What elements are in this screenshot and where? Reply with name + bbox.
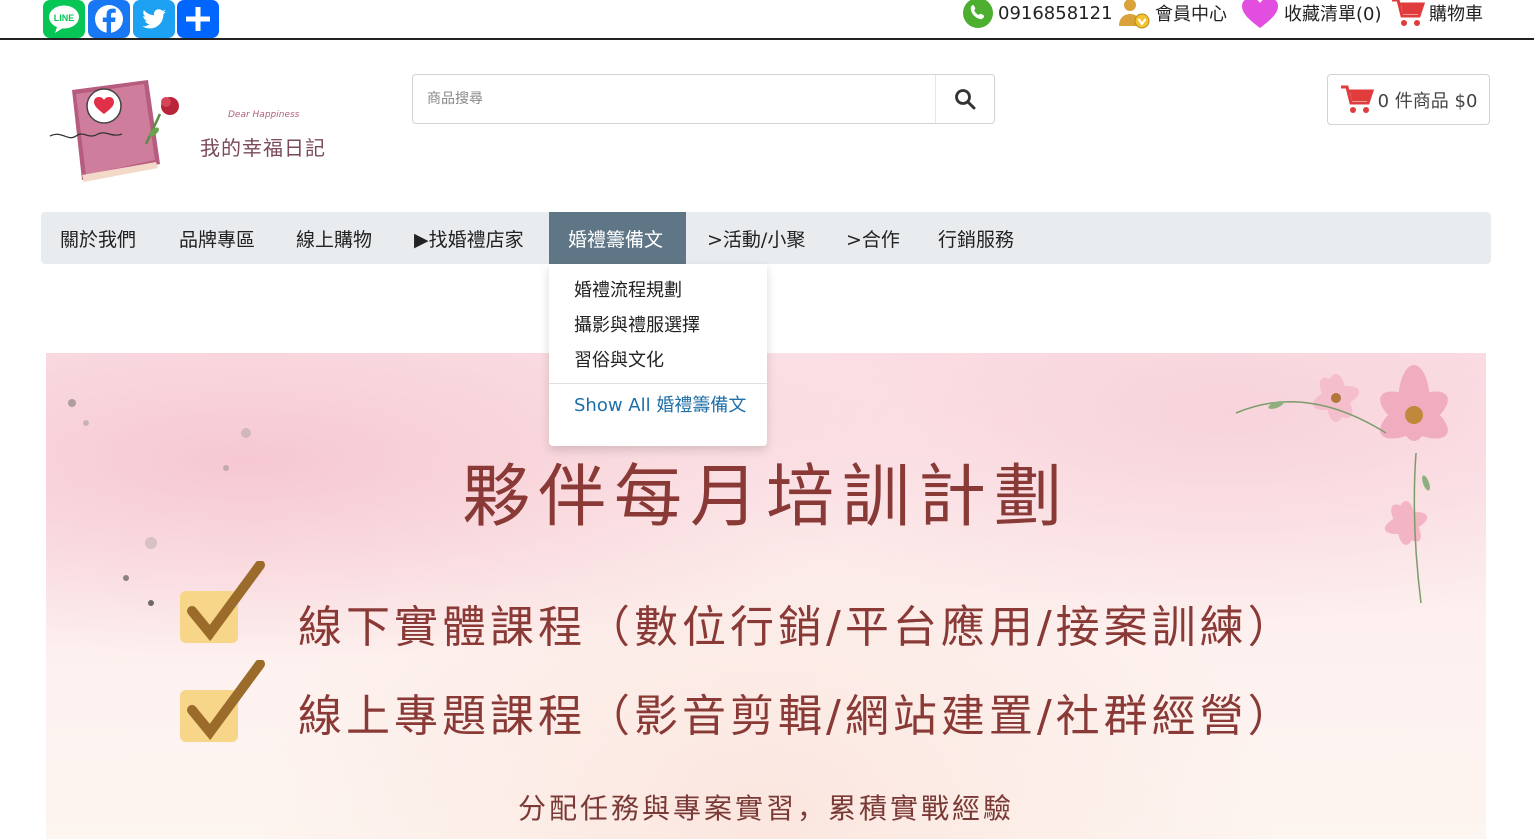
- twitter-share-button[interactable]: [133, 0, 175, 38]
- nav-item-events[interactable]: >活動/小聚: [688, 212, 824, 264]
- line-share-button[interactable]: LINE: [43, 0, 85, 38]
- search-icon: [955, 89, 976, 110]
- nav-item-shop[interactable]: 線上購物: [277, 212, 391, 264]
- banner-line-offline: 線下實體課程（數位行銷/平台應用/接案訓練）: [298, 602, 1296, 653]
- nav-item-cooperation[interactable]: >合作: [827, 212, 919, 264]
- site-logo[interactable]: Dear Happiness 我的幸福日記: [42, 72, 372, 190]
- phone-icon: [963, 0, 993, 28]
- dropdown-divider: [549, 383, 767, 384]
- wishlist-link[interactable]: 收藏清單(0): [1240, 0, 1382, 28]
- line-icon: LINE: [43, 0, 85, 38]
- search-input[interactable]: [413, 75, 961, 123]
- logo-brand-en: Dear Happiness: [228, 110, 300, 120]
- facebook-share-button[interactable]: [88, 0, 130, 38]
- mini-cart-button[interactable]: 0 件商品 $0: [1327, 74, 1490, 125]
- nav-item-brands[interactable]: 品牌專區: [160, 212, 274, 264]
- twitter-icon: [133, 0, 175, 38]
- member-center-link[interactable]: 會員中心: [1117, 0, 1227, 29]
- banner-title: 夥伴每月培訓計劃: [461, 458, 1070, 537]
- search-bar: [412, 74, 995, 124]
- nav-item-wedding-prep[interactable]: 婚禮籌備文: [549, 212, 686, 264]
- heart-icon: [1242, 0, 1278, 28]
- logo-book-icon: [49, 80, 179, 182]
- phone-number: 0916858121: [998, 2, 1113, 24]
- checkmark-icon: [180, 561, 265, 643]
- top-bar: LINE 0916858121 會員中心 收藏清單(0) 購物車: [0, 0, 1534, 40]
- search-button[interactable]: [935, 75, 994, 123]
- cart-link[interactable]: 購物車: [1391, 0, 1483, 26]
- dropdown-item-flow[interactable]: 婚禮流程規劃: [574, 276, 682, 302]
- logo-brand-cn: 我的幸福日記: [200, 136, 326, 160]
- share-plus-icon: [177, 0, 219, 38]
- facebook-icon: [88, 0, 130, 38]
- line-icon-text: LINE: [54, 13, 75, 23]
- member-center-label: 會員中心: [1155, 4, 1227, 25]
- wedding-prep-dropdown: 婚禮流程規劃 攝影與禮服選擇 習俗與文化 Show All 婚禮籌備文: [549, 264, 767, 446]
- nav-item-marketing[interactable]: 行銷服務: [919, 212, 1033, 264]
- phone-link[interactable]: 0916858121: [962, 0, 1113, 28]
- dropdown-item-customs[interactable]: 習俗與文化: [574, 346, 664, 372]
- cart-label: 購物車: [1429, 4, 1483, 25]
- banner-line-online: 線上專題課程（影音剪輯/網站建置/社群經營）: [298, 691, 1296, 742]
- mini-cart-label: 0 件商品 $0: [1377, 90, 1478, 112]
- dropdown-item-photo-dress[interactable]: 攝影與禮服選擇: [574, 311, 700, 337]
- cart-icon: [1392, 0, 1425, 26]
- share-plus-button[interactable]: [177, 0, 219, 38]
- member-icon: [1119, 0, 1150, 29]
- banner-subtitle: 分配任務與專案實習，累積實戰經驗: [517, 792, 1014, 825]
- wishlist-label: 收藏清單(0): [1284, 4, 1382, 25]
- mini-cart-icon: [1340, 85, 1374, 113]
- nav-item-about[interactable]: 關於我們: [41, 212, 155, 264]
- dropdown-show-all-link[interactable]: Show All 婚禮籌備文: [574, 392, 749, 419]
- checkmark-icon: [180, 660, 265, 742]
- main-nav: 關於我們 品牌專區 線上購物 ▶找婚禮店家 婚禮籌備文 >活動/小聚 >合作 行…: [41, 212, 1491, 264]
- nav-item-find-vendor[interactable]: ▶找婚禮店家: [395, 212, 543, 264]
